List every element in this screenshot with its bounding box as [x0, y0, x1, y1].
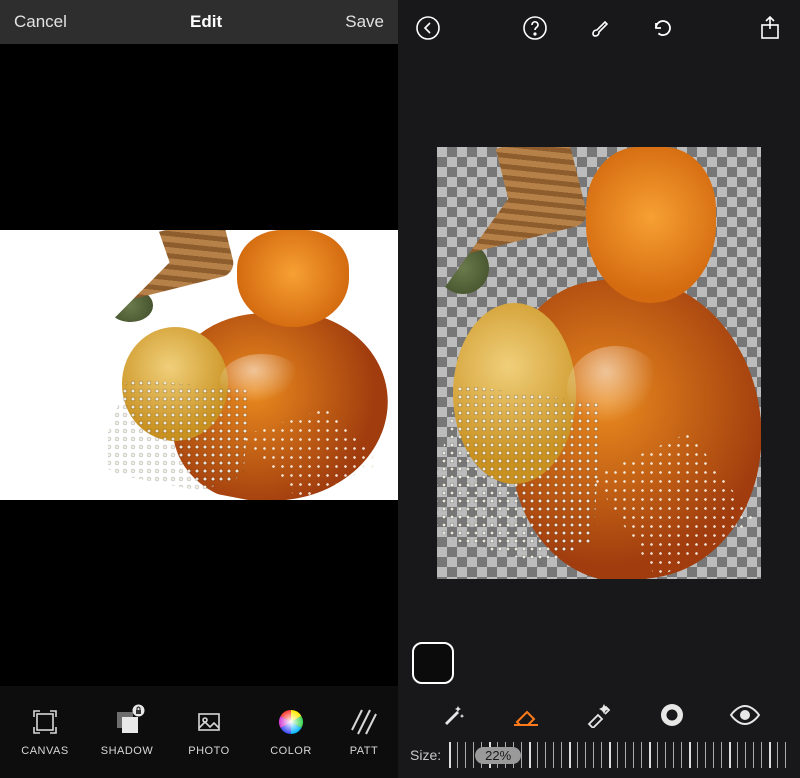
- eraser-icon: [511, 702, 541, 728]
- color-swatch-row: [398, 634, 800, 692]
- canvas-icon: [30, 707, 60, 737]
- save-button[interactable]: Save: [345, 12, 384, 32]
- tool-photo[interactable]: PHOTO: [168, 686, 250, 778]
- tool-label: PATT: [350, 745, 378, 757]
- tool-label: CANVAS: [21, 745, 68, 757]
- undo-button[interactable]: [649, 14, 677, 42]
- brush-size-row: Size: 22%: [398, 738, 800, 778]
- brush-settings-button[interactable]: [585, 14, 613, 42]
- left-canvas-area[interactable]: [0, 44, 398, 686]
- lock-icon: [132, 704, 145, 717]
- right-editor-pane: Size: 22%: [398, 0, 800, 778]
- tool-canvas[interactable]: CANVAS: [4, 686, 86, 778]
- tool-color[interactable]: COLOR: [250, 686, 332, 778]
- tool-restore[interactable]: [581, 697, 617, 733]
- edited-image: [108, 230, 388, 500]
- left-topbar: Cancel Edit Save: [0, 0, 398, 44]
- white-canvas: [0, 230, 398, 500]
- screen-title: Edit: [190, 12, 222, 32]
- pattern-icon: [349, 707, 379, 737]
- transparent-canvas: [437, 147, 761, 579]
- tool-shadow[interactable]: SHADOW: [86, 686, 168, 778]
- chevron-left-icon: [415, 15, 441, 41]
- tool-target[interactable]: [654, 697, 690, 733]
- restore-brush-icon: [585, 702, 613, 728]
- left-toolbar: CANVAS SHADOW: [0, 686, 398, 778]
- wand-icon: [440, 702, 466, 728]
- share-button[interactable]: [756, 14, 784, 42]
- tool-label: SHADOW: [101, 745, 154, 757]
- color-wheel-icon: [276, 707, 306, 737]
- tool-label: PHOTO: [188, 745, 229, 757]
- size-label: Size:: [410, 747, 441, 763]
- right-topbar: [398, 0, 800, 56]
- cutout-image: [437, 147, 761, 579]
- back-button[interactable]: [414, 14, 442, 42]
- right-toolbar: [398, 692, 800, 738]
- undo-icon: [650, 15, 676, 41]
- help-button[interactable]: [521, 14, 549, 42]
- color-swatch[interactable]: [412, 642, 454, 684]
- target-icon: [658, 701, 686, 729]
- tool-eraser[interactable]: [508, 697, 544, 733]
- tool-label: COLOR: [270, 745, 312, 757]
- photo-icon: [194, 707, 224, 737]
- help-icon: [522, 15, 548, 41]
- size-slider[interactable]: 22%: [449, 742, 788, 768]
- size-slider-handle[interactable]: 22%: [475, 747, 521, 764]
- shadow-icon: [112, 707, 142, 737]
- tool-pattern[interactable]: PATT: [332, 686, 396, 778]
- cancel-button[interactable]: Cancel: [14, 12, 67, 32]
- left-editor-pane: Cancel Edit Save: [0, 0, 398, 778]
- right-canvas-area[interactable]: [398, 56, 800, 634]
- tool-preview[interactable]: [727, 697, 763, 733]
- tool-auto-wand[interactable]: [435, 697, 471, 733]
- brush-icon: [586, 15, 612, 41]
- share-icon: [759, 15, 781, 41]
- eye-icon: [729, 704, 761, 726]
